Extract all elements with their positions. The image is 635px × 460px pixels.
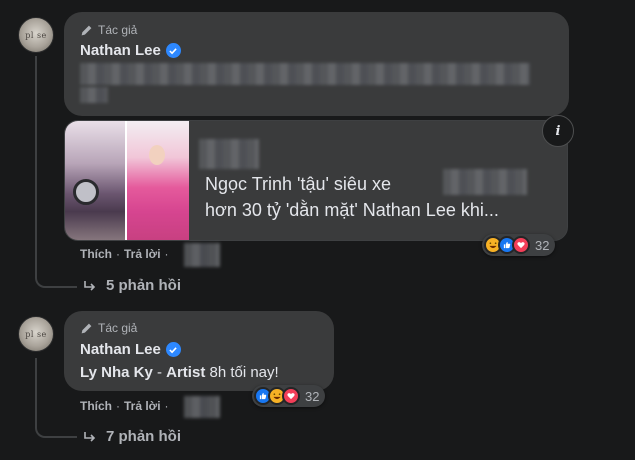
comment-author[interactable]: Nathan Lee <box>80 341 181 358</box>
separator: · <box>164 247 169 261</box>
love-icon <box>512 236 530 254</box>
blurred-text <box>80 87 108 103</box>
separator: · <box>164 399 169 413</box>
pencil-icon <box>81 323 92 333</box>
blurred-text <box>199 139 259 169</box>
blurred-timestamp <box>184 243 220 267</box>
comment-actions: Thích · Trả lời · <box>80 399 169 413</box>
avatar[interactable]: pl se <box>18 316 54 352</box>
info-icon[interactable]: i <box>542 115 574 147</box>
comment-body: 8h tối nay! <box>205 364 279 381</box>
view-replies-button[interactable]: 7 phản hồi <box>82 428 181 445</box>
reply-arrow-icon <box>84 280 96 291</box>
view-replies-button[interactable]: 5 phản hồi <box>82 277 181 294</box>
blurred-timestamp <box>184 396 220 418</box>
reactions-summary[interactable]: 32 <box>482 234 556 256</box>
love-icon <box>282 387 300 405</box>
author-badge-label: Tác giả <box>98 23 138 37</box>
separator: · <box>116 399 120 413</box>
author-badge: Tác giả <box>80 23 137 37</box>
separator: · <box>116 247 120 261</box>
link-preview-card[interactable]: Ngọc Trinh 'tậu' siêu xe hơn 30 tỷ 'dằn … <box>64 120 568 241</box>
like-button[interactable]: Thích <box>80 247 112 261</box>
avatar-image: pl se <box>25 330 47 339</box>
mention-ly-nha-ky[interactable]: Ly Nha Ky <box>80 364 153 381</box>
reply-button[interactable]: Trả lời <box>124 247 161 261</box>
blurred-text <box>80 63 530 85</box>
link-title-line2: hơn 30 tỷ 'dằn mặt' Nathan Lee khi... <box>205 200 499 220</box>
comment-text: Ly Nha Ky - Artist 8h tối nay! <box>80 364 279 381</box>
blurred-text <box>443 169 527 195</box>
comment-author[interactable]: Nathan Lee <box>80 42 181 59</box>
avatar-image: pl se <box>25 31 47 40</box>
link-thumbnail <box>65 121 189 240</box>
info-label: i <box>555 123 561 139</box>
reaction-count: 32 <box>305 388 320 404</box>
like-button[interactable]: Thích <box>80 399 112 413</box>
verified-badge-icon <box>165 342 181 357</box>
reply-arrow-icon <box>84 431 96 442</box>
reply-button[interactable]: Trả lời <box>124 399 161 413</box>
replies-label: 7 phản hồi <box>106 428 181 445</box>
author-name[interactable]: Nathan Lee <box>80 341 161 358</box>
author-name[interactable]: Nathan Lee <box>80 42 161 59</box>
reaction-count: 32 <box>535 237 550 253</box>
author-badge: Tác giả <box>80 321 137 335</box>
avatar[interactable]: pl se <box>18 17 54 53</box>
author-badge-label: Tác giả <box>98 321 138 335</box>
link-title-line1: Ngọc Trinh 'tậu' siêu xe <box>205 174 391 194</box>
pencil-icon <box>81 25 92 35</box>
verified-badge-icon <box>165 43 181 58</box>
car-image <box>65 121 125 240</box>
text-separator: - <box>152 364 167 381</box>
replies-label: 5 phản hồi <box>106 277 181 294</box>
mention-artist[interactable]: Artist <box>166 364 205 381</box>
comment-actions: Thích · Trả lời · <box>80 247 169 261</box>
reactions-summary[interactable]: 32 <box>252 385 326 407</box>
person-image <box>125 121 189 240</box>
